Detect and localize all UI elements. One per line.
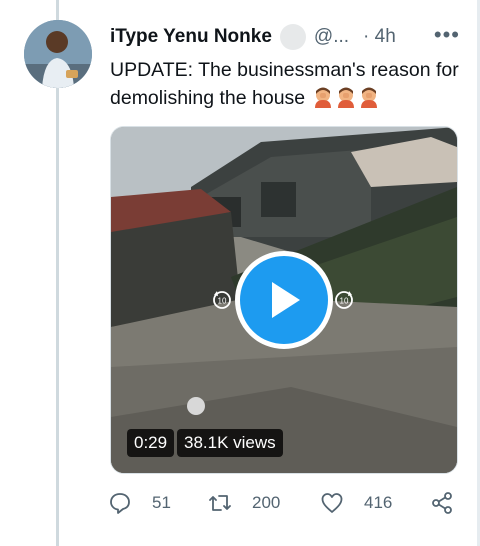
facepalm-emoji-icon — [337, 87, 354, 108]
tweet-text-body: UPDATE: The businessman's reason for dem… — [110, 59, 459, 109]
author-handle[interactable]: @... — [314, 26, 349, 48]
svg-text:10: 10 — [340, 297, 349, 306]
time-value: 4h — [374, 26, 396, 47]
verified-badge-icon — [279, 24, 306, 50]
retweet-icon — [209, 495, 231, 511]
reply-button[interactable]: 51 — [108, 488, 171, 518]
share-button[interactable] — [430, 488, 454, 518]
rewind-10-icon[interactable]: 10 — [211, 289, 233, 311]
forward-10-icon[interactable]: 10 — [333, 289, 355, 311]
tweet-text: UPDATE: The businessman's reason for dem… — [110, 56, 460, 112]
tweet-header: iType Yenu Nonke @... · 4h ••• — [110, 22, 460, 50]
reply-icon — [110, 493, 130, 514]
author-name[interactable]: iType Yenu Nonke — [110, 26, 272, 48]
retweet-count: 200 — [252, 493, 281, 512]
time-separator: · — [363, 26, 370, 47]
facepalm-emoji-icon — [360, 87, 377, 108]
more-options-icon[interactable]: ••• — [434, 22, 460, 48]
view-count: 38.1K views — [177, 429, 283, 457]
timestamp[interactable]: · 4h — [363, 26, 396, 48]
facepalm-emoji-icon — [314, 87, 331, 108]
share-icon — [432, 492, 452, 514]
video-player[interactable]: 10 10 0:29 38.1K views — [110, 126, 458, 474]
like-count: 416 — [364, 493, 393, 512]
svg-text:10: 10 — [218, 297, 227, 306]
tweet-actions: 51 200 416 — [108, 488, 460, 518]
like-button[interactable]: 416 — [320, 488, 392, 518]
reply-count: 51 — [152, 493, 171, 512]
retweet-button[interactable]: 200 — [208, 488, 280, 518]
video-duration: 0:29 — [127, 429, 175, 457]
avatar[interactable] — [24, 20, 92, 88]
play-button[interactable] — [235, 251, 333, 349]
scrub-handle[interactable] — [187, 397, 205, 415]
play-icon — [272, 282, 300, 318]
heart-icon — [321, 493, 343, 513]
